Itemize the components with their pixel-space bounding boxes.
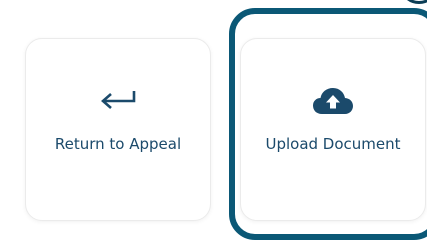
action-cards: Return to Appeal Upload Document — [0, 0, 427, 245]
return-to-appeal-label: Return to Appeal — [54, 135, 182, 153]
return-arrow-icon — [26, 85, 210, 117]
cloud-upload-icon — [241, 85, 425, 117]
return-to-appeal-button[interactable]: Return to Appeal — [25, 38, 211, 221]
partial-ring — [399, 0, 427, 4]
upload-document-button[interactable]: Upload Document — [240, 38, 426, 221]
upload-document-label: Upload Document — [265, 135, 401, 153]
